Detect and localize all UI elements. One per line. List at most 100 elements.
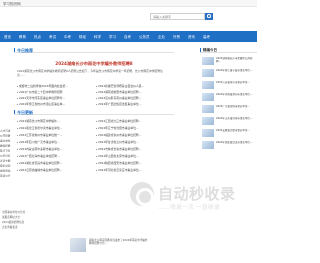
nav-item[interactable]: 企业 [158, 35, 165, 40]
news-link[interactable]: 2024内蒙古鄂尔多斯市事业单位… [17, 147, 92, 151]
news-link[interactable]: 2024年甘肃省兰州市事业单位… [96, 140, 171, 144]
nav-item[interactable]: 中考 [64, 35, 71, 40]
news-title: 2024陕西省西安市事业单位招聘… [98, 161, 142, 165]
thumb-item[interactable]: 2024安徽省合肥市事业单位… [202, 129, 257, 138]
news-link[interactable]: 2024福建省泉州市事业单位招聘… [96, 133, 171, 137]
main-nav: 首页 教育 热点 考试 中考 财经 科学 学习 自考 公务员 企业 外贸 资讯 … [0, 31, 257, 42]
news-link[interactable]: 2024天津市河东区事业单位招聘考… [17, 96, 92, 100]
bullet-icon [17, 97, 18, 99]
thumb-item[interactable]: 2024年山东省济南市事业单位… [202, 117, 257, 126]
section-accent [14, 110, 15, 114]
nav-item[interactable]: 公务员 [139, 35, 150, 40]
sidebar-link[interactable]: 事业单位 [0, 139, 12, 142]
sidebar-link[interactable]: 报名时间 [0, 164, 12, 167]
nav-item[interactable]: 外贸 [173, 35, 180, 40]
sidebar-link[interactable]: 教师招聘 [0, 144, 12, 147]
thumb-item[interactable]: 2024年浙江省宁波市事业单位… [202, 69, 257, 78]
nav-item[interactable]: 教育 [19, 35, 26, 40]
news-link[interactable]: 2024年浙江省杭州市萧山区事业单… [17, 102, 92, 106]
news-link[interactable]: 2024湖南长沙市雨花中学编外… [17, 119, 92, 123]
news-link[interactable]: 2024年四川省广元市事业单位… [17, 140, 92, 144]
search-box[interactable] [150, 13, 205, 20]
thumbnail-image [202, 57, 214, 65]
thumb-item[interactable]: 2024江苏省南京市事业单位… [202, 81, 257, 90]
sidebar-link[interactable]: 公务员考 [0, 154, 12, 157]
news-title: 2024年山西省太原市事业单位… [98, 154, 139, 158]
news-link[interactable]: 2024云南省曲靖市事业单位招聘… [17, 168, 92, 172]
bottom-link[interactable]: 2024最新招聘信息 [2, 220, 24, 224]
nav-item[interactable]: 财经 [79, 35, 86, 40]
bullet-icon [17, 169, 18, 171]
news-title: 成都市二仙桥学校2024年面向社会招… [19, 84, 69, 88]
thumbnail-image [202, 117, 214, 125]
nav-item[interactable]: 自考 [124, 35, 131, 40]
search-button[interactable] [205, 13, 213, 20]
news-link[interactable]: 2024江西省九江市事业单位招聘… [96, 119, 171, 123]
news-title: 2024贵州黔东南州事业单位招聘… [98, 96, 142, 100]
watermark-logo-icon [130, 182, 154, 206]
nav-item[interactable]: 资讯 [188, 35, 195, 40]
news-link[interactable]: 2024吉林省长春市事业单位招聘… [96, 147, 171, 151]
sidebar-link[interactable]: 人才引进 [0, 129, 12, 132]
bullet-icon [17, 162, 18, 164]
thumb-item[interactable]: 2024年河南省郑州市事业单位… [202, 93, 257, 102]
news-link[interactable]: 成都市二仙桥学校2024年面向社会招… [17, 84, 92, 88]
headline-summary: 2024湖南长沙市雨花中学编外教师招聘8人招聘公告如下，今年是长沙市雨花中学第一… [17, 69, 163, 78]
news-title: 2024年河北省石家庄市事业单位… [98, 168, 142, 172]
bullet-icon [96, 120, 97, 122]
news-link[interactable]: 2024黑龙江省哈尔滨市事业单位… [17, 126, 92, 130]
nav-item[interactable]: 首页 [4, 35, 11, 40]
bottom-link[interactable]: 试报名网址大全 [2, 215, 20, 219]
bullet-icon [96, 169, 97, 171]
news-link[interactable]: 2024广西北海市事业单位招聘… [17, 154, 92, 158]
news-title: 2024内蒙古鄂尔多斯市事业单位… [19, 147, 63, 151]
sidebar-link[interactable]: 考试大纲 [0, 159, 12, 162]
bottom-link[interactable]: 点击查看更多 [2, 225, 18, 229]
bullet-icon [17, 120, 18, 122]
bottom-article-item[interactable]: 湖南长沙雨花区教育局发布了2024年雨花中学编外教师招聘公告… [70, 238, 150, 256]
sidebar-link[interactable]: 面试公告 [0, 174, 12, 177]
search-input[interactable] [151, 14, 204, 19]
site-name[interactable]: 学习知识网 [3, 2, 21, 7]
bullet-icon [17, 91, 18, 93]
headline-link[interactable]: 2024湖南长沙市雨花中学编外教师招聘8 [14, 61, 174, 67]
bullet-icon [17, 134, 18, 136]
bottom-link[interactable]: 全国事业单位公告考 [2, 210, 25, 214]
news-title: 2024云南省曲靖市事业单位招聘… [19, 168, 63, 172]
news-link[interactable]: 2024江苏省常州市事业单位统一… [17, 133, 92, 137]
thumb-item[interactable]: 2024广东省深圳市事业单位… [202, 105, 257, 114]
news-link[interactable]: 2024新疆巴音郭楞蒙古自治州人民… [96, 84, 171, 88]
news-link[interactable]: 2024广州市第二十四中学教师招聘 [17, 90, 92, 94]
nav-item[interactable]: 热点 [34, 35, 41, 40]
news-link[interactable]: 2024贵州黔东南州事业单位招聘… [96, 96, 171, 100]
bullet-icon [96, 103, 97, 105]
watermark: 自动秒收录 ……收录一次 一直收录 [130, 178, 257, 218]
news-link[interactable]: 2024年山西省太原市事业单位… [96, 154, 171, 158]
nav-item[interactable]: 学习 [109, 35, 116, 40]
nav-item[interactable]: 科学 [94, 35, 101, 40]
thumb-title: 2024广东省深圳市事业单位… [216, 105, 250, 108]
section-header: 今日更新 [14, 109, 174, 115]
sidebar-link[interactable]: 公开招聘 [0, 134, 12, 137]
nav-item[interactable]: 考试 [49, 35, 56, 40]
thumb-item[interactable]: 2024年湖北省武汉市事业单位… [202, 141, 257, 150]
news-link[interactable]: 2024湖北省宜昌市事业单位招聘… [17, 161, 92, 165]
watermark-title: 自动秒收录 [158, 185, 236, 203]
sidebar-link[interactable]: 医疗卫生 [0, 149, 12, 152]
news-title: 2024江西省九江市事业单位招聘… [98, 119, 142, 123]
bullet-icon [17, 155, 18, 157]
news-title: 2024广州市第二十四中学教师招聘 [19, 90, 63, 94]
news-title: 2024湖北省宜昌市事业单位招聘… [19, 161, 63, 165]
thumb-item[interactable]: 2024湖南省长沙市芙蓉区公开招聘… [202, 57, 257, 66]
section-header: 今日推荐 [14, 47, 174, 53]
news-link[interactable]: 2024陕西省西安市事业单位招聘… [96, 161, 171, 165]
news-link[interactable]: 2024年辽宁省沈阳市事业单位… [96, 126, 171, 130]
news-link[interactable]: 2024湖南省衡阳市事业单位招聘… [96, 90, 171, 94]
thumbnail-image [202, 105, 214, 113]
news-link[interactable]: 2024年河北省石家庄市事业单位… [96, 168, 171, 172]
nav-item[interactable]: 高考 [203, 35, 210, 40]
search-icon [207, 14, 211, 18]
sidebar-link[interactable]: 成绩查询 [0, 169, 12, 172]
thumbnail-image [202, 141, 214, 149]
news-link[interactable]: 2024年广西壮族自治区事业单位… [96, 102, 171, 106]
